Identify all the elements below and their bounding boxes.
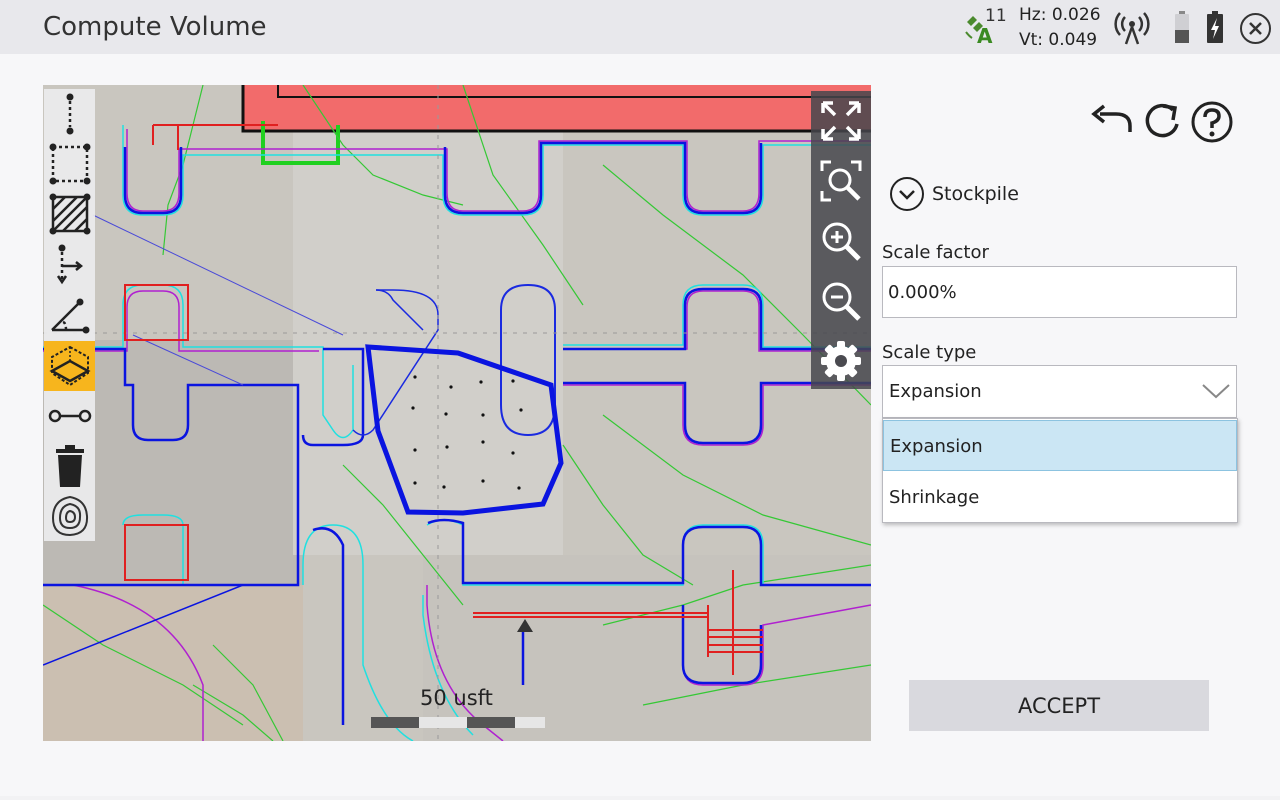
battery-charging-icon (1207, 11, 1223, 43)
expand-icon (821, 101, 861, 141)
option-shrinkage[interactable]: Shrinkage (883, 472, 1237, 523)
map-tools (811, 91, 871, 389)
scale-type-value: Expansion (889, 381, 982, 402)
vt-precision: Vt: 0.049 (1019, 30, 1098, 50)
zoom-in-icon (822, 222, 861, 261)
offset-arrows-icon (56, 244, 83, 285)
stockpile-label: Stockpile (932, 183, 1019, 205)
angle-measure-icon (50, 298, 89, 334)
polyline-icon (66, 93, 73, 135)
tool-hatched-area[interactable] (44, 189, 95, 239)
contour-icon (51, 495, 88, 537)
tool-delete[interactable] (44, 441, 95, 491)
zoom-window-icon (820, 160, 862, 202)
tool-measure-line[interactable] (44, 391, 95, 441)
map-view[interactable]: 50 usft (43, 85, 871, 741)
radio-signal-icon[interactable] (1114, 10, 1150, 46)
hatched-area-icon (49, 193, 90, 235)
zoom-extents-button[interactable] (817, 97, 865, 145)
tool-rectangle[interactable] (44, 139, 95, 189)
scale-factor-label: Scale factor (882, 242, 989, 263)
map-drawing (43, 85, 871, 741)
stockpile-section-toggle[interactable]: Stockpile (889, 176, 1019, 212)
tool-offset[interactable] (44, 239, 95, 289)
scale-type-label: Scale type (882, 342, 977, 363)
title-bar: Compute Volume A 11 Hz: 0.026 Vt: 0.049 (0, 0, 1280, 54)
satellite-count: 11 (985, 6, 1007, 26)
chevron-down-icon (1202, 384, 1230, 399)
hz-precision: Hz: 0.026 (1019, 5, 1101, 25)
chevron-down-icon (890, 177, 924, 211)
volume-cube-icon (48, 345, 91, 387)
page-title: Compute Volume (43, 12, 267, 42)
scale-factor-input[interactable]: 0.000% (882, 266, 1237, 318)
tool-polyline[interactable] (44, 89, 95, 139)
undo-icon[interactable] (1090, 104, 1134, 140)
help-icon[interactable] (1190, 100, 1234, 144)
map-scale-label: 50 usft (420, 686, 493, 710)
drawing-toolbar (44, 89, 95, 541)
zoom-out-button[interactable] (817, 277, 865, 325)
zoom-in-button[interactable] (817, 217, 865, 265)
rectangle-icon (49, 143, 90, 185)
svg-text:A: A (977, 24, 993, 44)
map-settings-button[interactable] (817, 337, 865, 385)
tool-contours[interactable] (44, 491, 95, 541)
option-expansion[interactable]: Expansion (883, 420, 1237, 471)
battery-icon (1175, 11, 1189, 43)
gear-icon (821, 341, 861, 381)
tool-angle[interactable] (44, 289, 95, 339)
scale-type-dropdown: Expansion Shrinkage (882, 418, 1238, 523)
measure-line-icon (48, 409, 91, 423)
refresh-icon[interactable] (1141, 100, 1183, 142)
accept-button[interactable]: ACCEPT (909, 680, 1209, 731)
zoom-out-icon (822, 282, 861, 321)
close-icon[interactable] (1239, 12, 1272, 45)
map-scale-bar (371, 717, 545, 728)
tool-volume[interactable] (44, 341, 95, 391)
zoom-window-button[interactable] (817, 157, 865, 205)
trash-icon (55, 445, 84, 487)
scale-type-select[interactable]: Expansion (882, 365, 1237, 418)
